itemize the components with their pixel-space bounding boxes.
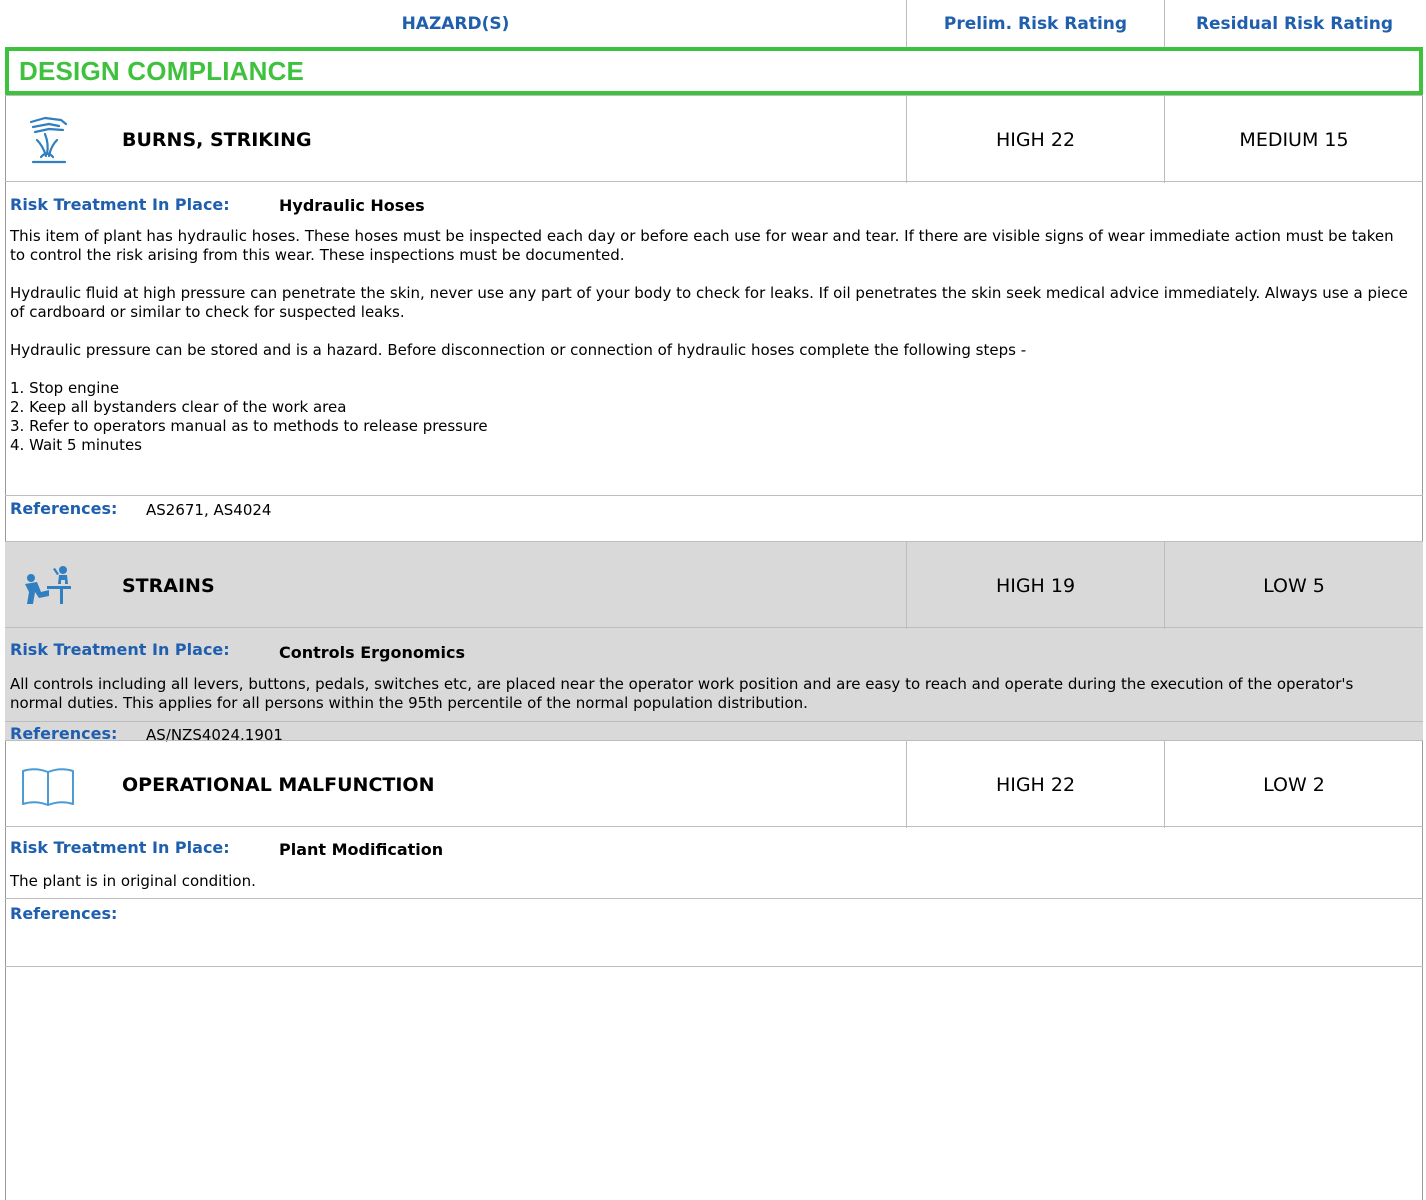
hazard-name: STRAINS <box>122 574 215 597</box>
risk-treatment-name: Plant Modification <box>279 840 444 859</box>
references-row: References: AS2671, AS4024 <box>5 495 1423 542</box>
references-label: References: <box>10 499 118 518</box>
prelim-rating: HIGH 22 <box>906 96 1164 183</box>
description-paragraph: All controls including all levers, butto… <box>10 675 1354 712</box>
prelim-rating: HIGH 22 <box>906 741 1164 828</box>
header-prelim-risk: Prelim. Risk Rating <box>906 0 1164 48</box>
description-paragraph: Hydraulic fluid at high pressure can pen… <box>10 284 1408 321</box>
hazard-strains: STRAINS HIGH 19 LOW 5 Risk Treatment In … <box>5 541 1423 744</box>
risk-treatment-name: Hydraulic Hoses <box>279 196 425 215</box>
hazard-burns: BURNS, STRIKING HIGH 22 MEDIUM 15 Risk T… <box>5 95 1423 542</box>
risk-treatment-label: Risk Treatment In Place: <box>10 838 230 857</box>
treatment-description: All controls including all levers, butto… <box>10 675 1410 713</box>
header-hazards: HAZARD(S) <box>401 14 510 34</box>
risk-treatment-label: Risk Treatment In Place: <box>10 640 230 659</box>
references-row: References: AS/NZS4024.1901 <box>5 721 1423 744</box>
risk-treatment-label: Risk Treatment In Place: <box>10 195 230 214</box>
residual-rating: LOW 5 <box>1164 542 1423 629</box>
residual-rating: MEDIUM 15 <box>1164 96 1423 183</box>
open-book-icon <box>22 768 74 806</box>
hazard-operational: OPERATIONAL MALFUNCTION HIGH 22 LOW 2 Ri… <box>5 740 1423 967</box>
step-item: 4. Wait 5 minutes <box>10 436 142 454</box>
hazard-row: STRAINS HIGH 19 LOW 5 <box>5 541 1423 629</box>
treatment-description: The plant is in original condition. <box>10 872 1410 891</box>
burn-hand-icon <box>29 116 68 164</box>
prelim-rating: HIGH 19 <box>906 542 1164 629</box>
hazard-name: BURNS, STRIKING <box>122 128 312 151</box>
section-title: DESIGN COMPLIANCE <box>19 56 305 86</box>
hazard-name: OPERATIONAL MALFUNCTION <box>122 773 435 796</box>
section-banner: DESIGN COMPLIANCE <box>5 47 1423 95</box>
treatment-description: This item of plant has hydraulic hoses. … <box>10 227 1410 455</box>
description-paragraph: Hydraulic pressure can be stored and is … <box>10 341 1027 359</box>
residual-rating: LOW 2 <box>1164 741 1423 828</box>
hazard-row: OPERATIONAL MALFUNCTION HIGH 22 LOW 2 <box>5 740 1423 828</box>
table-header: HAZARD(S) Prelim. Risk Rating Residual R… <box>0 0 1424 48</box>
description-paragraph: The plant is in original condition. <box>10 872 256 890</box>
risk-treatment-name: Controls Ergonomics <box>279 643 466 662</box>
header-residual-risk: Residual Risk Rating <box>1164 0 1424 48</box>
references-label: References: <box>10 904 118 923</box>
step-item: 3. Refer to operators manual as to metho… <box>10 417 488 435</box>
references-value: AS2671, AS4024 <box>146 501 272 519</box>
hazard-row: BURNS, STRIKING HIGH 22 MEDIUM 15 <box>5 95 1423 183</box>
references-row: References: <box>5 898 1423 967</box>
description-paragraph: This item of plant has hydraulic hoses. … <box>10 227 1394 264</box>
step-item: 1. Stop engine <box>10 379 120 397</box>
step-item: 2. Keep all bystanders clear of the work… <box>10 398 347 416</box>
ergonomic-worker-icon <box>25 566 71 604</box>
